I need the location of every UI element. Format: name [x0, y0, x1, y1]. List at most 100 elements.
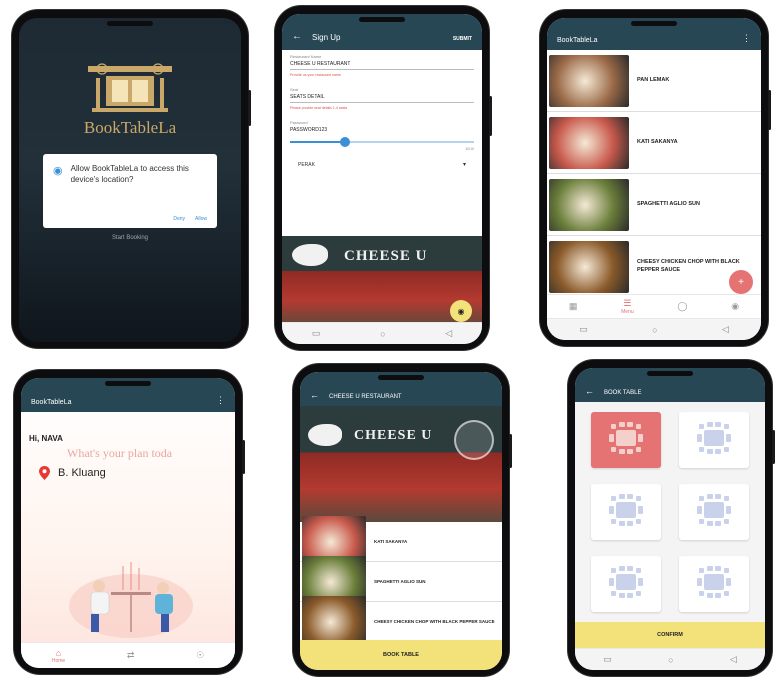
- list-item[interactable]: CHEESY CHICKEN CHOP WITH BLACK PEPPER SA…: [547, 236, 761, 298]
- book-table-title: BOOK TABLE: [604, 390, 642, 396]
- table-option-selected[interactable]: [591, 412, 661, 468]
- seat-hint: Please provide seat details 1-4 seats: [290, 106, 348, 110]
- menu-list: PAN LEMAK KATI SAKANYA SPAGHETTI AGLIO SUN…: [547, 50, 761, 298]
- back-arrow-icon[interactable]: ←: [585, 386, 594, 396]
- food-name: CHEESY CHICKEN CHOP WITH BLACK PEPPER SA…: [374, 618, 495, 624]
- table-option[interactable]: [679, 484, 749, 540]
- recent-apps-icon[interactable]: ▭: [603, 654, 612, 665]
- camera-fab[interactable]: ◉: [450, 300, 472, 322]
- tab-profile[interactable]: ◉: [731, 301, 739, 312]
- tab-table[interactable]: ◯: [677, 301, 687, 312]
- dining-table-icon: [603, 491, 649, 534]
- restaurant-screen: ← CHEESE U RESTAURANT CHEESE U KATI SAKA…: [300, 372, 502, 670]
- plus-icon: +: [738, 276, 744, 288]
- chevron-down-icon: ▾: [462, 162, 466, 168]
- confirm-button[interactable]: CONFIRM: [575, 622, 765, 648]
- more-vert-icon[interactable]: ⋮: [216, 395, 225, 406]
- food-thumbnail: [549, 54, 629, 107]
- location-row[interactable]: B. Kluang: [39, 466, 106, 480]
- table-icon: ◯: [677, 301, 688, 311]
- list-item[interactable]: PAN LEMAK: [547, 50, 761, 112]
- table-option[interactable]: [679, 556, 749, 612]
- food-name: KATI SAKANYA: [374, 538, 408, 544]
- location-text: B. Kluang: [58, 467, 106, 479]
- back-triangle-icon[interactable]: ◁: [445, 328, 452, 339]
- store-icon: ▦: [568, 301, 578, 311]
- table-option[interactable]: [591, 556, 661, 612]
- tab-menu[interactable]: ☰ Menu: [621, 298, 634, 315]
- state-dropdown[interactable]: PERAK ▾: [298, 161, 466, 169]
- back-triangle-icon[interactable]: ◁: [730, 654, 737, 665]
- system-nav: ▭ ○ ◁: [547, 318, 761, 340]
- dining-illustration: [61, 556, 201, 640]
- table-option[interactable]: [679, 412, 749, 468]
- slider-thumb[interactable]: [340, 137, 351, 147]
- back-triangle-icon[interactable]: ◁: [722, 324, 729, 335]
- table-option[interactable]: [591, 484, 661, 540]
- photo-sign-text: CHEESE U: [344, 248, 428, 264]
- tab-eye[interactable]: ☉: [196, 650, 204, 661]
- logo-emblem: [82, 60, 178, 118]
- dining-table-icon: [691, 563, 737, 606]
- tab-label: Menu: [621, 309, 634, 315]
- book-table-label: BOOK TABLE: [383, 652, 419, 658]
- book-table-screen: ← BOOK TABLE CONFIRM ▭ ○ ◁: [575, 368, 765, 670]
- home-circle-icon[interactable]: ○: [668, 655, 673, 665]
- menu-icon: ☰: [623, 298, 632, 308]
- profile-icon: ◉: [731, 301, 740, 311]
- list-item[interactable]: SPAGHETTI AGLIO SUN: [547, 174, 761, 236]
- phone-restaurant: ← CHEESE U RESTAURANT CHEESE U KATI SAKA…: [293, 364, 512, 676]
- tab-store[interactable]: ▦: [569, 301, 578, 312]
- phone-book-table: ← BOOK TABLE CONFIRM ▭ ○ ◁: [568, 360, 775, 676]
- back-arrow-icon[interactable]: ←: [292, 31, 302, 42]
- recent-apps-icon[interactable]: ▭: [579, 324, 588, 335]
- home-screen: BookTableLa ⋮ Hi, NAVA What's your plan …: [21, 378, 235, 668]
- book-table-button[interactable]: BOOK TABLE: [300, 640, 502, 670]
- home-tab-bar: ⌂ Home ⇄ ☉: [21, 642, 235, 668]
- phone-menu: BookTableLa ⋮ PAN LEMAK KATI SAKANYA SPAGH…: [540, 10, 771, 346]
- home-circle-icon[interactable]: ○: [380, 329, 385, 339]
- phone-splash: BookTableLa ◉ Allow BookTableLa to acces…: [12, 10, 251, 348]
- plan-headline: What's your plan toda: [67, 446, 173, 460]
- home-circle-icon[interactable]: ○: [652, 325, 657, 335]
- tab-home[interactable]: ⌂ Home: [52, 648, 65, 664]
- start-booking-button[interactable]: Start Booking: [19, 235, 241, 241]
- system-nav: ▭ ○ ◁: [575, 648, 765, 670]
- menu-screen: BookTableLa ⋮ PAN LEMAK KATI SAKANYA SPAGH…: [547, 18, 761, 340]
- seat-field[interactable]: SEATS DETAIL: [290, 92, 474, 103]
- food-thumbnail: [549, 178, 629, 231]
- eye-icon: ☉: [196, 650, 205, 660]
- food-name: KATI SAKANYA: [637, 138, 678, 145]
- map-pin-icon: [39, 466, 50, 480]
- food-name: SPAGHETTI AGLIO SUN: [637, 200, 700, 207]
- submit-button[interactable]: SUBMIT: [453, 36, 472, 42]
- restaurant-name-field[interactable]: CHEESE U RESTAURANT: [290, 59, 474, 70]
- dining-table-icon: [603, 419, 649, 462]
- signup-title: Sign Up: [312, 33, 341, 42]
- signup-screen: ← Sign Up SUBMIT Restaurant Name CHEESE …: [282, 14, 482, 344]
- shuffle-icon: ⇄: [126, 650, 135, 660]
- recent-apps-icon[interactable]: ▭: [312, 328, 321, 339]
- dropdown-value: PERAK: [298, 161, 315, 168]
- photo-overlay-circle: [454, 420, 494, 460]
- allow-button[interactable]: Allow: [195, 216, 207, 222]
- more-vert-icon[interactable]: ⋮: [742, 33, 751, 44]
- greeting-text: Hi, NAVA: [29, 434, 63, 443]
- location-pin-icon: ◉: [53, 165, 63, 177]
- deny-button[interactable]: Deny: [173, 216, 185, 222]
- tab-shuffle[interactable]: ⇄: [127, 650, 135, 661]
- back-arrow-icon[interactable]: ←: [310, 390, 319, 400]
- food-thumbnail: [549, 116, 629, 169]
- home-title: BookTableLa: [31, 399, 72, 406]
- splash-screen: BookTableLa ◉ Allow BookTableLa to acces…: [19, 18, 241, 342]
- restaurant-name-hint: Provide us your restaurant name: [290, 73, 341, 77]
- list-item[interactable]: CHEESY CHICKEN CHOP WITH BLACK PEPPER SA…: [300, 595, 502, 648]
- logo-text: BookTableLa: [83, 118, 177, 137]
- seat-slider[interactable]: [290, 137, 474, 147]
- dining-table-icon: [603, 563, 649, 606]
- add-fab[interactable]: +: [729, 270, 753, 294]
- password-field[interactable]: PASSWORD123: [290, 125, 474, 135]
- table-grid: [575, 412, 765, 632]
- phone-home: BookTableLa ⋮ Hi, NAVA What's your plan …: [14, 370, 245, 674]
- list-item[interactable]: KATI SAKANYA: [547, 112, 761, 174]
